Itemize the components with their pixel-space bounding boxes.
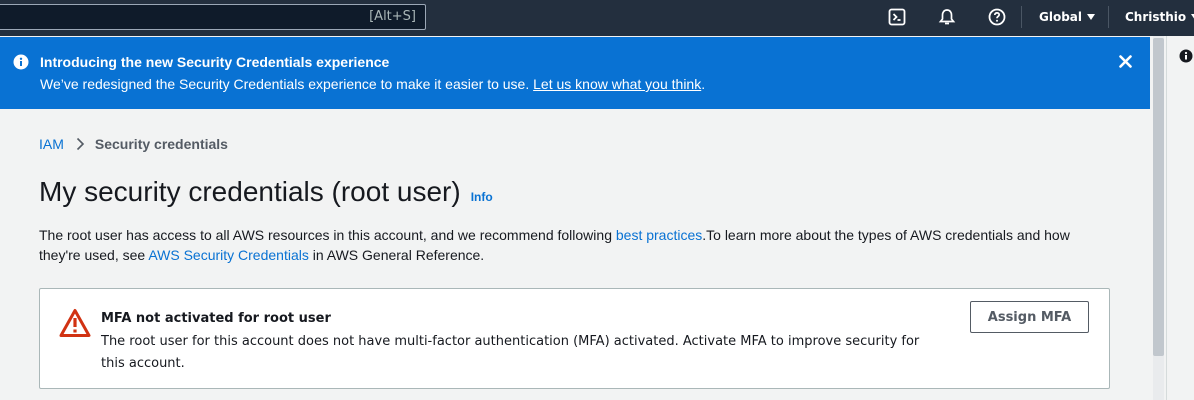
page-header: My security credentials (root user) Info [39,176,493,208]
chevron-down-icon [1087,14,1096,20]
info-icon[interactable] [1179,49,1193,68]
scrollbar-thumb[interactable] [1153,38,1164,356]
flash-message: We’ve redesigned the Security Credential… [40,76,705,92]
flash-title: Introducing the new Security Credentials… [40,54,390,70]
mfa-warning-alert: MFA not activated for root user The root… [39,288,1110,389]
tools-divider [1166,36,1167,400]
flash-message-text: We’ve redesigned the Security Credential… [40,76,534,92]
assign-mfa-button[interactable]: Assign MFA [970,301,1089,333]
info-flash-banner: Introducing the new Security Credentials… [0,37,1150,109]
search-shortcut-hint: [Alt+S] [369,9,416,24]
account-menu[interactable]: Christhio [1125,10,1194,24]
notifications-icon[interactable] [936,6,958,28]
search-input[interactable]: [Alt+S] [0,4,426,30]
cloudshell-icon[interactable] [886,6,908,28]
nav-divider [1021,6,1022,28]
aws-security-credentials-link[interactable]: AWS Security Credentials [148,247,309,263]
breadcrumb: IAM Security credentials [39,136,228,152]
best-practices-link[interactable]: best practices [616,227,702,243]
nav-divider [1108,6,1109,28]
description-text: in AWS General Reference. [308,247,485,263]
top-navigation-bar: [Alt+S] Global Christhio [0,0,1194,36]
page-title: My security credentials (root user) [39,176,461,207]
feedback-link[interactable]: Let us know what you think [533,76,701,92]
alert-title: MFA not activated for root user [101,311,331,326]
chevron-right-icon [76,137,85,151]
breadcrumb-iam[interactable]: IAM [39,136,64,152]
breadcrumb-current: Security credentials [94,136,228,152]
page-description: The root user has access to all AWS reso… [39,225,1099,265]
info-link[interactable]: Info [471,190,493,204]
warning-icon [59,308,91,343]
info-icon [13,54,29,75]
flash-message-end: . [701,76,706,92]
alert-message: The root user for this account does not … [101,334,920,371]
close-icon[interactable] [1119,55,1132,73]
account-label: Christhio [1125,10,1187,24]
region-menu[interactable]: Global [1039,10,1096,24]
region-label: Global [1039,10,1083,24]
help-icon[interactable] [986,6,1008,28]
description-text: The root user has access to all AWS reso… [39,227,616,243]
